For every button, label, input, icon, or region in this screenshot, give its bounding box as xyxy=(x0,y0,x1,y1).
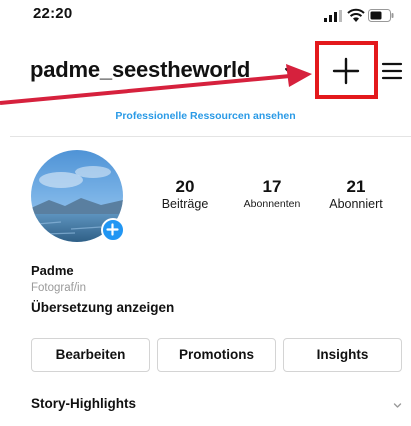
plus-icon xyxy=(106,223,119,236)
professional-resources-link[interactable]: Professionelle Ressourcen ansehen xyxy=(0,110,411,122)
wifi-icon xyxy=(347,8,365,22)
following-stat[interactable]: 21 Abonniert xyxy=(317,178,395,212)
following-count: 21 xyxy=(346,177,366,196)
divider xyxy=(10,136,411,137)
edit-profile-button[interactable]: Bearbeiten xyxy=(31,338,150,372)
promotions-button[interactable]: Promotions xyxy=(157,338,276,372)
posts-count: 20 xyxy=(175,177,195,196)
posts-stat[interactable]: 20 Beiträge xyxy=(154,178,216,212)
status-time: 22:20 xyxy=(33,5,73,22)
create-post-button[interactable] xyxy=(315,41,378,99)
followers-label: Abonnenten xyxy=(243,198,301,210)
profile-category: Fotograf/in xyxy=(31,282,86,294)
chevron-down-icon[interactable] xyxy=(392,400,403,411)
plus-icon xyxy=(332,57,360,85)
followers-stat[interactable]: 17 Abonnenten xyxy=(231,178,313,212)
insights-button[interactable]: Insights xyxy=(283,338,402,372)
profile-name: Padme xyxy=(31,263,74,278)
chevron-down-icon[interactable] xyxy=(283,64,297,78)
profile-header: padme_seestheworld xyxy=(0,40,411,100)
following-label: Abonniert xyxy=(329,197,383,211)
battery-icon xyxy=(368,9,394,22)
posts-label: Beiträge xyxy=(161,197,209,211)
account-username[interactable]: padme_seestheworld xyxy=(30,57,250,83)
show-translation-link[interactable]: Übersetzung anzeigen xyxy=(31,300,174,315)
story-highlights-label[interactable]: Story-Highlights xyxy=(31,396,136,411)
status-bar: 22:20 xyxy=(0,0,411,30)
add-story-button[interactable] xyxy=(101,218,125,242)
followers-count: 17 xyxy=(262,177,282,196)
hamburger-menu-icon[interactable] xyxy=(381,60,403,82)
